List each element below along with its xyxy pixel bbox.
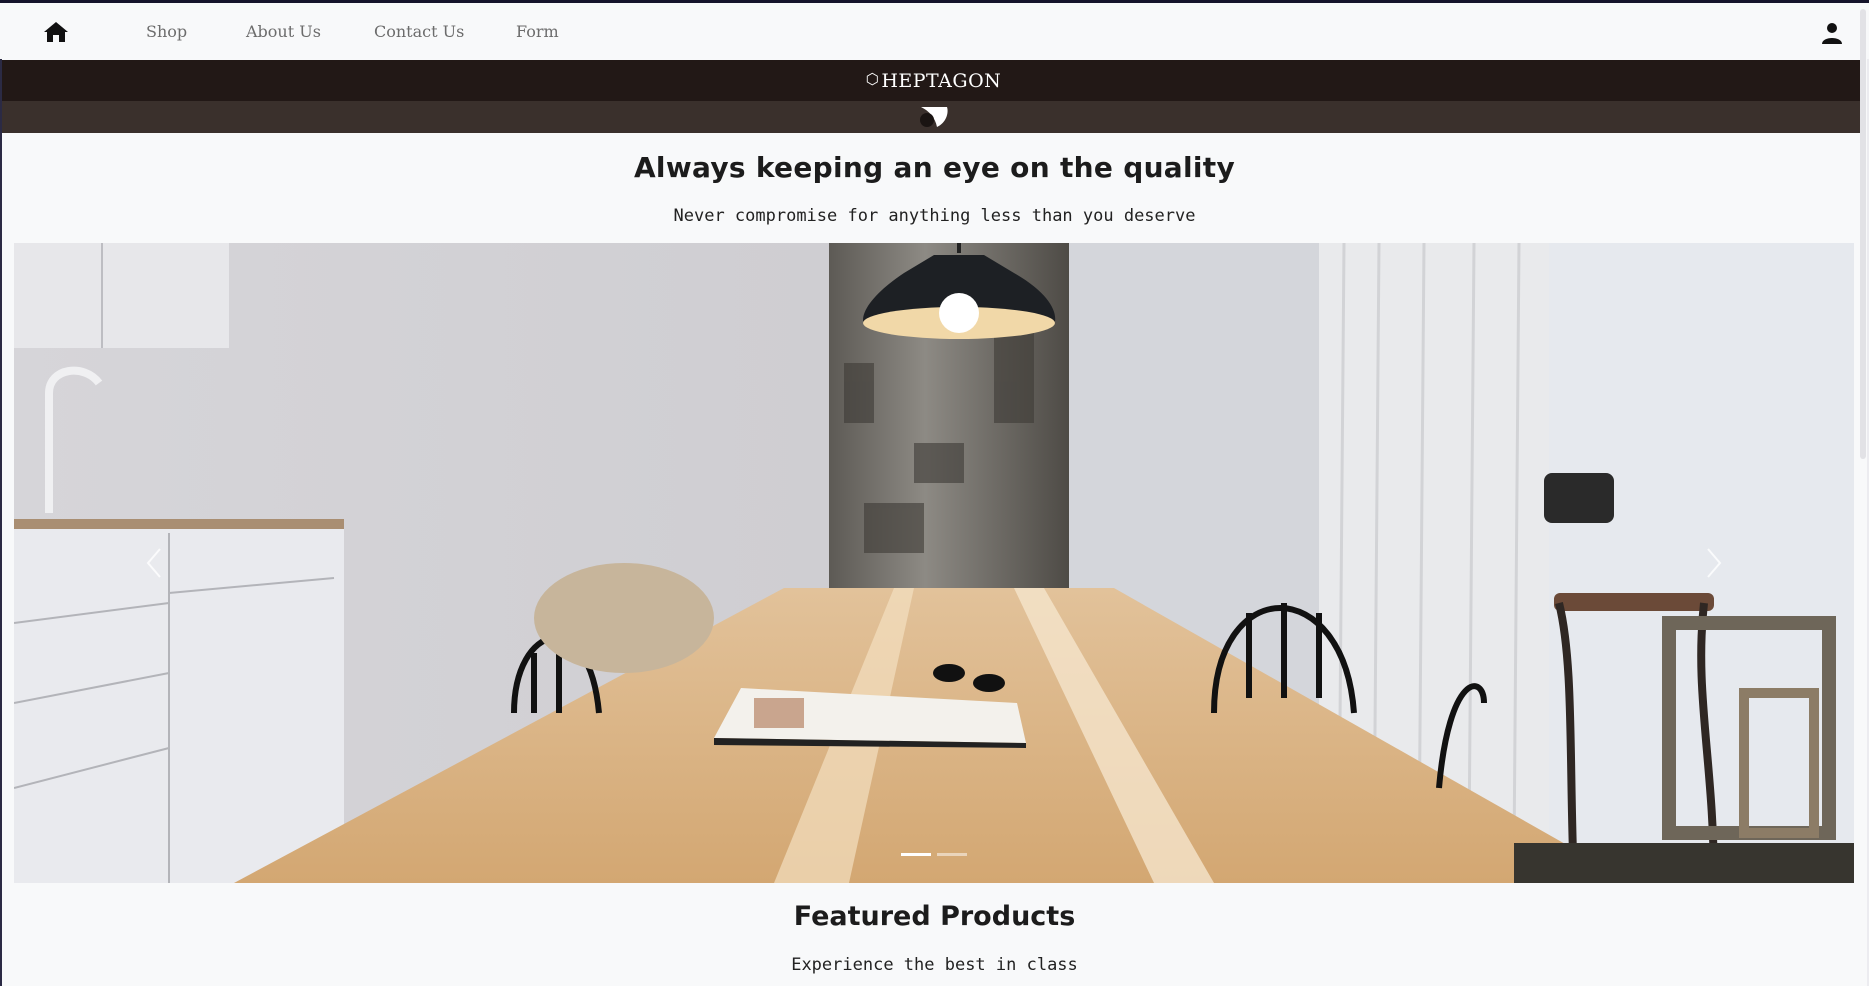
nav-link-shop[interactable]: Shop (146, 22, 187, 41)
brand-bar: ⬡ HEPTAGON (2, 60, 1865, 101)
nav-link-about-us[interactable]: About Us (246, 22, 321, 41)
brand-name: HEPTAGON (881, 69, 1002, 92)
hexagon-icon: ⬡ (865, 70, 880, 88)
hero-carousel (14, 243, 1854, 883)
carousel-indicator-1[interactable] (901, 853, 931, 856)
top-navbar: Shop About Us Contact Us Form (0, 3, 1869, 59)
hero-title: Always keeping an eye on the quality (633, 151, 1236, 184)
nav-link-contact-us[interactable]: Contact Us (374, 22, 464, 41)
chevron-left-icon[interactable] (124, 523, 184, 603)
carousel-image-dining-room (14, 243, 1854, 883)
brand-logo[interactable]: ⬡ HEPTAGON (2, 60, 1865, 101)
home-icon[interactable] (43, 20, 69, 44)
carousel-indicator-2[interactable] (937, 853, 967, 856)
chevron-right-icon[interactable] (1684, 523, 1744, 603)
user-icon[interactable] (1820, 21, 1844, 45)
nav-link-form[interactable]: Form (516, 22, 559, 41)
featured-products-title: Featured Products (793, 901, 1076, 932)
scrollbar-thumb[interactable] (1860, 9, 1866, 459)
menu-toggle-icon[interactable] (917, 103, 951, 131)
featured-products-subtitle: Experience the best in class (791, 955, 1078, 975)
hero-subtitle: Never compromise for anything less than … (673, 206, 1196, 226)
